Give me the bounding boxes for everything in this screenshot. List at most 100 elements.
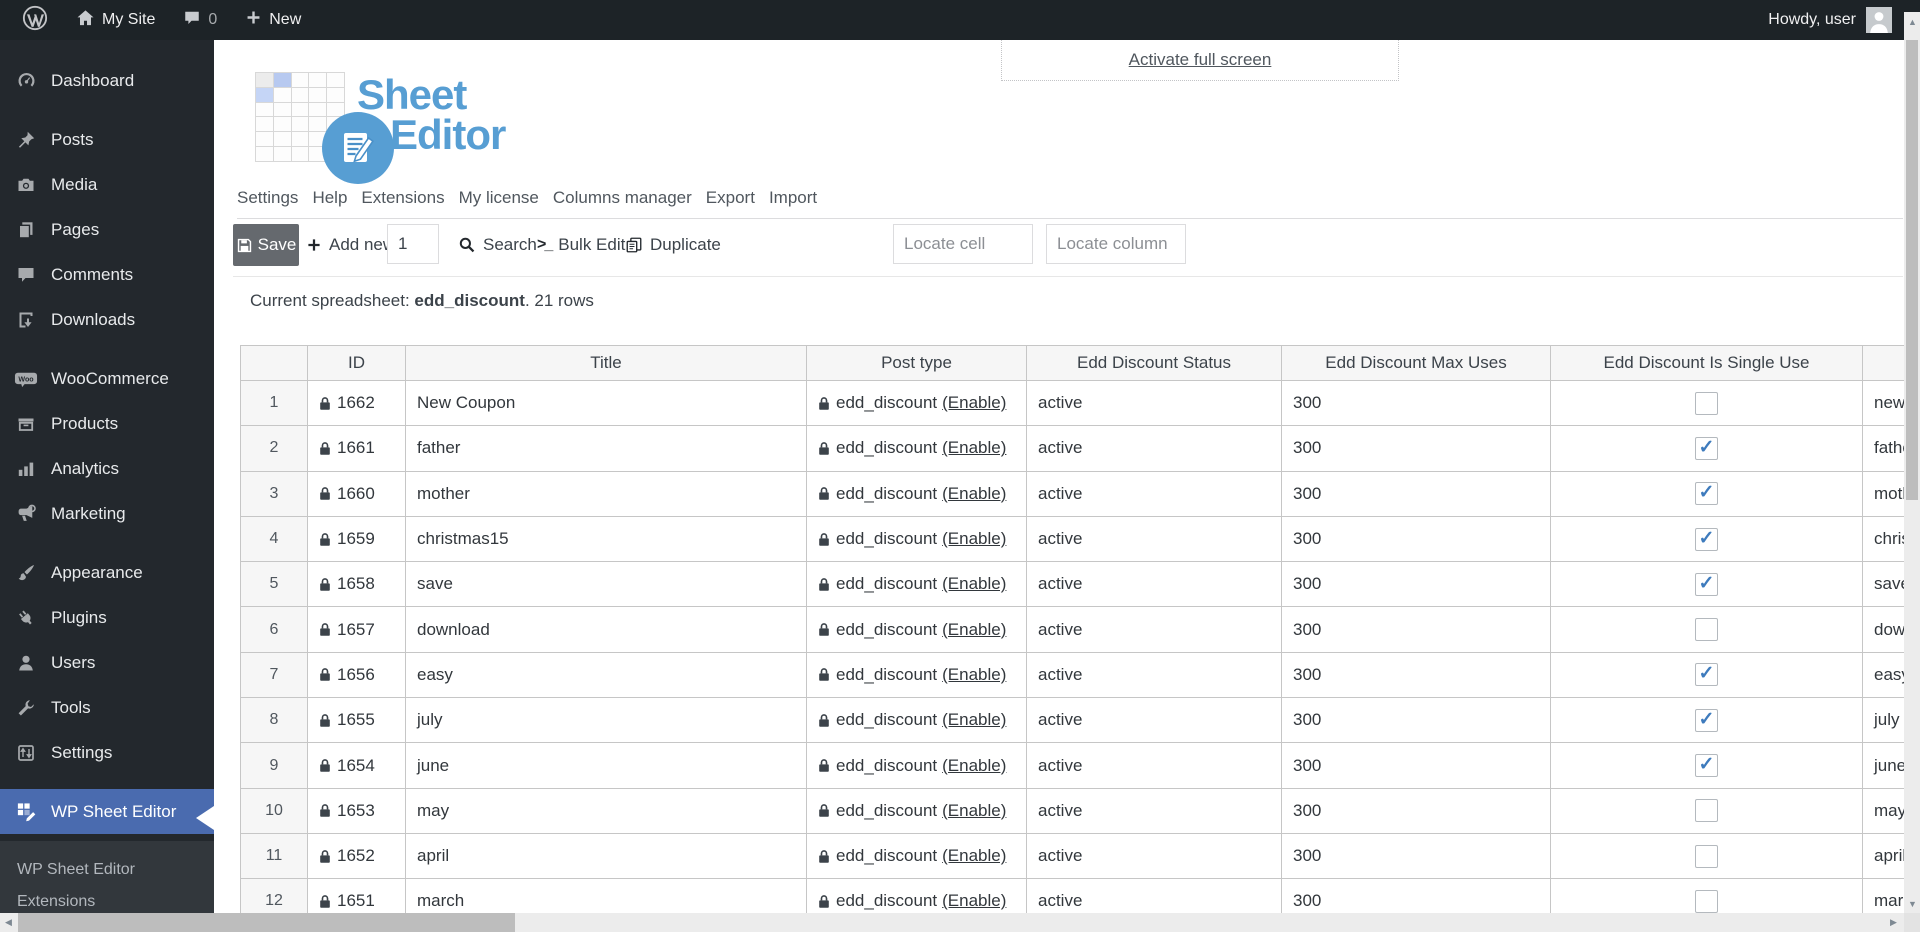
cell-post-type[interactable]: edd_discount (Enable) (807, 788, 1027, 834)
cell-status[interactable]: active (1027, 788, 1282, 834)
scroll-right-icon[interactable]: ▶ (1890, 918, 1897, 927)
cell-status[interactable]: active (1027, 426, 1282, 472)
single-use-checkbox[interactable] (1695, 391, 1718, 415)
cell-max-uses[interactable]: 300 (1282, 426, 1551, 472)
cell-max-uses[interactable]: 300 (1282, 516, 1551, 563)
sidebar-item-pages[interactable]: Pages (0, 207, 214, 252)
single-use-checkbox[interactable] (1695, 618, 1718, 642)
add-count-input[interactable] (387, 224, 439, 264)
cell-title[interactable]: july (406, 698, 807, 744)
enable-link[interactable]: (Enable) (942, 756, 1006, 776)
enable-link[interactable]: (Enable) (942, 529, 1006, 549)
cell-status[interactable]: active (1027, 516, 1282, 563)
cell-title[interactable]: june (406, 743, 807, 789)
enable-link[interactable]: (Enable) (942, 801, 1006, 821)
add-new-button[interactable]: Add new (306, 224, 395, 266)
single-use-checkbox[interactable]: ✓ (1695, 663, 1718, 687)
cell-status[interactable]: active (1027, 743, 1282, 789)
cell-max-uses[interactable]: 300 (1282, 698, 1551, 744)
tab-extensions[interactable]: Extensions (361, 188, 444, 208)
cell-post-type[interactable]: edd_discount (Enable) (807, 833, 1027, 880)
cell-status[interactable]: active (1027, 607, 1282, 653)
single-use-checkbox[interactable]: ✓ (1695, 754, 1718, 778)
cell-title[interactable]: New Coupon (406, 381, 807, 427)
search-button[interactable]: Search (458, 224, 537, 266)
cell-title[interactable]: mother (406, 471, 807, 517)
sidebar-item-media[interactable]: Media (0, 162, 214, 207)
new-content-menu[interactable]: New (235, 0, 311, 40)
comments-shortcut[interactable]: 0 (173, 0, 227, 40)
sidebar-item-users[interactable]: Users (0, 640, 214, 685)
activate-fullscreen-link[interactable]: Activate full screen (1129, 50, 1272, 70)
sidebar-item-dashboard[interactable]: Dashboard (0, 58, 214, 103)
tab-settings[interactable]: Settings (237, 188, 298, 208)
cell-id[interactable]: 1654 (308, 743, 406, 789)
cell-status[interactable]: active (1027, 471, 1282, 517)
scroll-up-icon[interactable]: ▲ (1908, 18, 1917, 27)
horizontal-scrollbar[interactable]: ◀ ▶ (0, 913, 1904, 932)
horizontal-scrollbar-thumb[interactable] (18, 913, 515, 932)
submenu-item-wp-sheet-editor[interactable]: WP Sheet Editor (0, 854, 214, 886)
sidebar-item-analytics[interactable]: Analytics (0, 446, 214, 491)
cell-title[interactable]: march (406, 879, 807, 913)
duplicate-button[interactable]: Duplicate (625, 224, 721, 266)
cell-status[interactable]: active (1027, 652, 1282, 699)
tab-import[interactable]: Import (769, 188, 817, 208)
sidebar-item-products[interactable]: Products (0, 401, 214, 446)
enable-link[interactable]: (Enable) (942, 710, 1006, 730)
cell-id[interactable]: 1652 (308, 833, 406, 880)
enable-link[interactable]: (Enable) (942, 846, 1006, 866)
locate-column-input[interactable] (1046, 224, 1186, 264)
cell-max-uses[interactable]: 300 (1282, 788, 1551, 834)
enable-link[interactable]: (Enable) (942, 438, 1006, 458)
single-use-checkbox[interactable]: ✓ (1695, 482, 1718, 506)
cell-id[interactable]: 1662 (308, 381, 406, 427)
cell-post-type[interactable]: edd_discount (Enable) (807, 381, 1027, 427)
cell-id[interactable]: 1659 (308, 516, 406, 563)
sidebar-item-settings[interactable]: Settings (0, 730, 214, 775)
sidebar-item-woocommerce[interactable]: Woo WooCommerce (0, 356, 214, 401)
cell-status[interactable]: active (1027, 879, 1282, 913)
wordpress-menu[interactable] (12, 0, 58, 40)
single-use-checkbox[interactable] (1695, 889, 1718, 913)
sidebar-item-appearance[interactable]: Appearance (0, 550, 214, 595)
cell-id[interactable]: 1653 (308, 788, 406, 834)
enable-link[interactable]: (Enable) (942, 393, 1006, 413)
sidebar-item-downloads[interactable]: Downloads (0, 297, 214, 342)
scroll-left-icon[interactable]: ◀ (5, 918, 12, 927)
howdy-user-link[interactable]: Howdy, user (1768, 11, 1856, 29)
cell-title[interactable]: christmas15 (406, 516, 807, 563)
cell-max-uses[interactable]: 300 (1282, 381, 1551, 427)
single-use-checkbox[interactable]: ✓ (1695, 527, 1718, 551)
single-use-checkbox[interactable] (1695, 844, 1718, 868)
sidebar-item-comments[interactable]: Comments (0, 252, 214, 297)
single-use-checkbox[interactable]: ✓ (1695, 572, 1718, 596)
save-button[interactable]: Save (233, 224, 299, 266)
single-use-checkbox[interactable] (1695, 799, 1718, 823)
sidebar-item-posts[interactable]: Posts (0, 117, 214, 162)
cell-status[interactable]: active (1027, 562, 1282, 608)
tab-columns-manager[interactable]: Columns manager (553, 188, 692, 208)
cell-max-uses[interactable]: 300 (1282, 607, 1551, 653)
cell-post-type[interactable]: edd_discount (Enable) (807, 698, 1027, 744)
cell-post-type[interactable]: edd_discount (Enable) (807, 879, 1027, 913)
sidebar-item-plugins[interactable]: Plugins (0, 595, 214, 640)
cell-post-type[interactable]: edd_discount (Enable) (807, 652, 1027, 699)
sidebar-item-marketing[interactable]: Marketing (0, 491, 214, 536)
cell-max-uses[interactable]: 300 (1282, 562, 1551, 608)
cell-post-type[interactable]: edd_discount (Enable) (807, 743, 1027, 789)
cell-id[interactable]: 1657 (308, 607, 406, 653)
scroll-down-icon[interactable]: ▼ (1908, 900, 1917, 909)
cell-status[interactable]: active (1027, 381, 1282, 427)
sidebar-item-tools[interactable]: Tools (0, 685, 214, 730)
tab-export[interactable]: Export (706, 188, 755, 208)
cell-id[interactable]: 1651 (308, 879, 406, 913)
cell-status[interactable]: active (1027, 833, 1282, 880)
enable-link[interactable]: (Enable) (942, 665, 1006, 685)
enable-link[interactable]: (Enable) (942, 484, 1006, 504)
cell-max-uses[interactable]: 300 (1282, 833, 1551, 880)
avatar[interactable] (1866, 7, 1892, 33)
cell-post-type[interactable]: edd_discount (Enable) (807, 471, 1027, 517)
cell-id[interactable]: 1658 (308, 562, 406, 608)
enable-link[interactable]: (Enable) (942, 574, 1006, 594)
